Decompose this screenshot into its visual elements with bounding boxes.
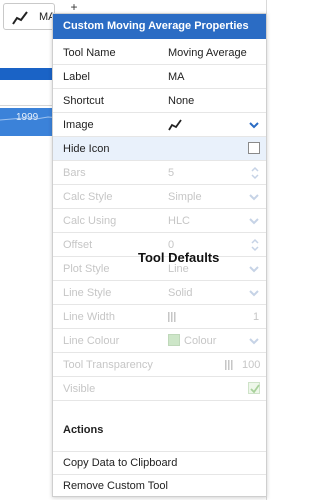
- row-label: Calc Using: [63, 215, 117, 227]
- row-line-style: Line Style Solid: [53, 281, 266, 305]
- chevron-down-icon: [249, 290, 259, 297]
- line-width-value: 1: [253, 311, 260, 323]
- row-label: Bars: [63, 167, 86, 179]
- row-label: Label: [63, 71, 90, 83]
- calc-style-value: Simple: [168, 191, 202, 203]
- chart-header-bar: [0, 68, 60, 80]
- transparency-value: 100: [242, 359, 261, 371]
- row-label: Line Width: [63, 311, 115, 323]
- copy-data-to-clipboard-action[interactable]: Copy Data to Clipboard: [53, 451, 266, 473]
- action-label: Copy Data to Clipboard: [63, 457, 178, 469]
- row-tool-transparency: Tool Transparency 100: [53, 353, 266, 377]
- row-label: Tool Transparency: [63, 359, 153, 371]
- tool-defaults-overlay-label: Tool Defaults: [138, 250, 220, 265]
- shortcut-field[interactable]: None: [168, 95, 194, 107]
- moving-average-tool-chip[interactable]: MA: [3, 3, 56, 30]
- chevron-down-icon: [249, 266, 259, 273]
- label-field[interactable]: MA: [168, 71, 185, 83]
- row-calc-style: Calc Style Simple: [53, 185, 266, 209]
- spinner-arrows-icon: [251, 166, 259, 180]
- row-image[interactable]: Image: [53, 113, 266, 137]
- row-label: Line Style: [63, 287, 112, 299]
- bars-value: 5: [168, 167, 175, 179]
- action-label: Remove Custom Tool: [63, 480, 168, 492]
- row-hide-icon[interactable]: Hide Icon: [53, 137, 266, 161]
- row-calc-using: Calc Using HLC: [53, 209, 266, 233]
- line-colour-value: Colour: [184, 335, 217, 347]
- row-label: Image: [63, 119, 94, 131]
- tool-name-field[interactable]: Moving Average: [168, 47, 247, 59]
- chart-timeline-band: 1999: [0, 108, 60, 136]
- row-label: Visible: [63, 383, 96, 395]
- chevron-down-icon: [249, 218, 259, 225]
- row-shortcut[interactable]: Shortcut None: [53, 89, 266, 113]
- row-visible: Visible: [53, 377, 266, 401]
- row-label: Tool Name: [63, 47, 116, 59]
- spinner-arrows-icon: [251, 238, 259, 252]
- add-tool-button[interactable]: +: [68, 1, 80, 13]
- row-label: Line Colour: [63, 335, 120, 347]
- row-line-width: Line Width 1: [53, 305, 266, 329]
- remove-custom-tool-action[interactable]: Remove Custom Tool: [53, 474, 266, 496]
- calc-using-value: HLC: [168, 215, 191, 227]
- row-tool-name[interactable]: Tool Name Moving Average: [53, 41, 266, 65]
- row-label: Hide Icon: [63, 143, 110, 155]
- panel-title: Custom Moving Average Properties: [53, 14, 266, 39]
- slider-grip-icon: [225, 360, 233, 370]
- timeline-year-label: 1999: [16, 112, 39, 123]
- row-label-field[interactable]: Label MA: [53, 65, 266, 89]
- moving-average-line-icon: [168, 119, 182, 131]
- chevron-down-icon: [249, 194, 259, 201]
- custom-moving-average-properties-panel: Custom Moving Average Properties Tool Na…: [52, 13, 267, 497]
- row-bars: Bars 5: [53, 161, 266, 185]
- row-label: Shortcut: [63, 95, 104, 107]
- line-style-value: Solid: [168, 287, 193, 299]
- hide-icon-checkbox[interactable]: [248, 142, 260, 154]
- moving-average-line-icon: [12, 11, 28, 25]
- chevron-down-icon: [249, 338, 259, 345]
- row-label: Offset: [63, 239, 93, 251]
- row-label: Plot Style: [63, 263, 110, 275]
- chevron-down-icon[interactable]: [249, 121, 259, 129]
- row-label: Calc Style: [63, 191, 113, 203]
- checkmark-icon: [250, 384, 260, 394]
- chart-area: [0, 80, 60, 106]
- visible-checkbox: [248, 382, 260, 394]
- row-line-colour: Line Colour Colour: [53, 329, 266, 353]
- slider-grip-icon: [168, 312, 176, 322]
- colour-swatch: [168, 334, 180, 346]
- actions-heading: Actions: [63, 424, 104, 436]
